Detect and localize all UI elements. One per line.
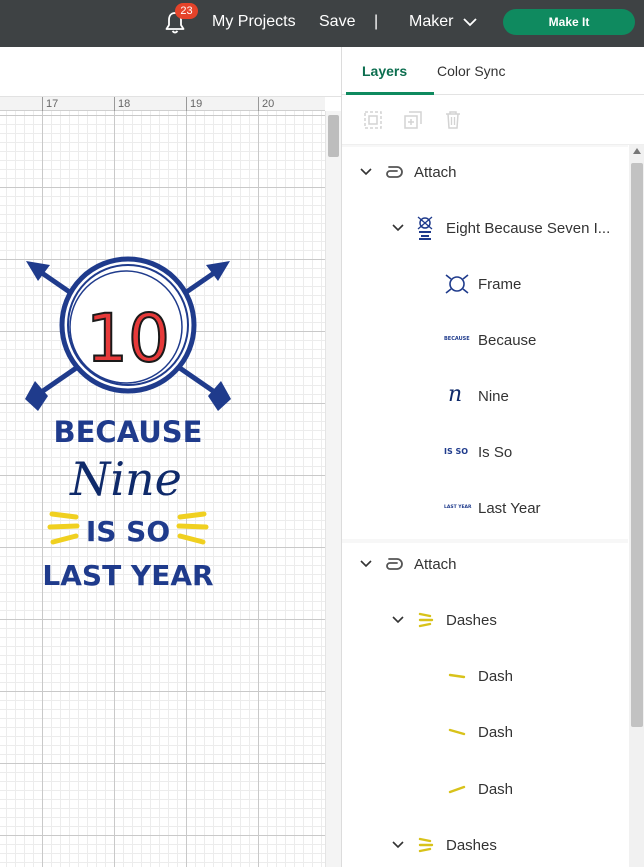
layer-label: Dashes (446, 612, 497, 629)
design-artwork[interactable]: 10 BECAUSE Nine IS SO LAST YEAR (20, 255, 236, 595)
layer-row-nine[interactable]: n Nine (342, 375, 628, 419)
design-text-nine: Nine (69, 452, 182, 506)
layers-list: Attach Eight Because Seven I... Frame BE… (342, 145, 628, 867)
dash-thumb-icon (448, 728, 466, 736)
layer-label: Dash (478, 668, 514, 685)
layer-label: Is So (478, 444, 513, 461)
ruler-tick (42, 97, 43, 111)
layer-label: Last Year (478, 500, 541, 517)
top-bar: 23 My Projects Save | Maker Make It (0, 0, 644, 47)
machine-selector[interactable]: Maker (409, 12, 453, 32)
ruler-label: 20 (262, 98, 275, 110)
nine-thumb-icon: n (448, 382, 463, 407)
layer-row-dash-1[interactable]: Dash (342, 655, 628, 699)
layer-row-dashes[interactable]: Dashes (342, 599, 628, 643)
dashes-thumb-icon (418, 612, 434, 628)
layer-row-dash-2[interactable]: Dash (342, 711, 628, 755)
is-so-thumb-icon: IS SO (444, 447, 469, 456)
layer-row-attach-2[interactable]: Attach (342, 543, 628, 587)
last-year-thumb-icon: LAST YEAR (444, 505, 472, 510)
layer-group-2: Attach Dashes Dash Dash Dash Dashes (342, 543, 628, 867)
my-projects-link[interactable]: My Projects (212, 12, 296, 32)
chevron-down-icon[interactable] (392, 840, 404, 850)
chevron-down-icon[interactable] (360, 167, 372, 177)
panel-tabs: Layers Color Sync (342, 47, 644, 95)
layers-scrollbar[interactable] (629, 145, 644, 867)
delete-icon[interactable] (442, 109, 464, 131)
horizontal-ruler: 17 18 19 20 (0, 97, 325, 111)
attach-icon (386, 558, 403, 570)
layer-label: Because (478, 332, 537, 349)
layer-label: Dash (478, 724, 514, 741)
notification-badge: 23 (175, 3, 198, 19)
layer-label: Attach (414, 556, 457, 573)
layer-group-1: Attach Eight Because Seven I... Frame BE… (342, 147, 628, 539)
group-icon[interactable] (362, 109, 384, 131)
layer-row-because[interactable]: BECAUSE Because (342, 319, 628, 363)
scroll-up-arrow-icon[interactable] (633, 148, 641, 154)
dashes-thumb-icon (418, 837, 434, 853)
frame-thumb-icon (445, 274, 469, 294)
layer-row-dashes-2[interactable]: Dashes (342, 824, 628, 867)
design-text-is-so: IS SO (86, 515, 170, 548)
canvas-scrollbar-thumb[interactable] (328, 115, 339, 157)
layer-row-group[interactable]: Eight Because Seven I... (342, 207, 628, 251)
because-thumb-icon: BECAUSE (444, 336, 470, 342)
ruler-tick (186, 97, 187, 111)
layer-row-attach-1[interactable]: Attach (342, 151, 628, 195)
chevron-down-icon[interactable] (392, 223, 404, 233)
ruler-tick (258, 97, 259, 111)
make-it-button[interactable]: Make It (503, 9, 635, 35)
design-text-because: BECAUSE (54, 415, 203, 449)
design-thumb-icon (417, 216, 433, 240)
canvas-toolbar-area (0, 47, 341, 97)
canvas-scrollbar[interactable] (325, 111, 341, 867)
dash-thumb-icon (448, 673, 466, 679)
ruler-tick (114, 97, 115, 111)
layer-row-last-year[interactable]: LAST YEAR Last Year (342, 487, 628, 531)
topbar-separator: | (374, 13, 379, 30)
chevron-down-icon[interactable] (392, 615, 404, 625)
attach-icon (386, 166, 403, 178)
layer-label: Dashes (446, 837, 497, 854)
layer-label: Frame (478, 276, 522, 293)
design-text-last-year: LAST YEAR (42, 559, 213, 592)
layer-row-is-so[interactable]: IS SO Is So (342, 431, 628, 475)
duplicate-icon[interactable] (402, 109, 424, 131)
layers-panel: Layers Color Sync Attach Eight Because S… (341, 47, 644, 867)
tab-layers[interactable]: Layers (362, 62, 407, 80)
design-number: 10 (86, 300, 170, 377)
ruler-label: 18 (118, 98, 131, 110)
layer-row-frame[interactable]: Frame (342, 263, 628, 307)
chevron-down-icon[interactable] (360, 559, 372, 569)
chevron-down-icon[interactable] (462, 16, 478, 28)
layer-label: Eight Because Seven I... (446, 220, 611, 237)
layer-label: Attach (414, 164, 457, 181)
layer-label: Nine (478, 388, 509, 405)
layers-scrollbar-thumb[interactable] (631, 163, 643, 727)
layer-tools (342, 95, 644, 145)
layer-label: Dash (478, 781, 514, 798)
layer-row-dash-3[interactable]: Dash (342, 768, 628, 812)
tab-color-sync[interactable]: Color Sync (437, 62, 505, 80)
ruler-label: 19 (190, 98, 203, 110)
dash-thumb-icon (448, 785, 466, 794)
save-button[interactable]: Save (319, 12, 355, 32)
ruler-label: 17 (46, 98, 59, 110)
